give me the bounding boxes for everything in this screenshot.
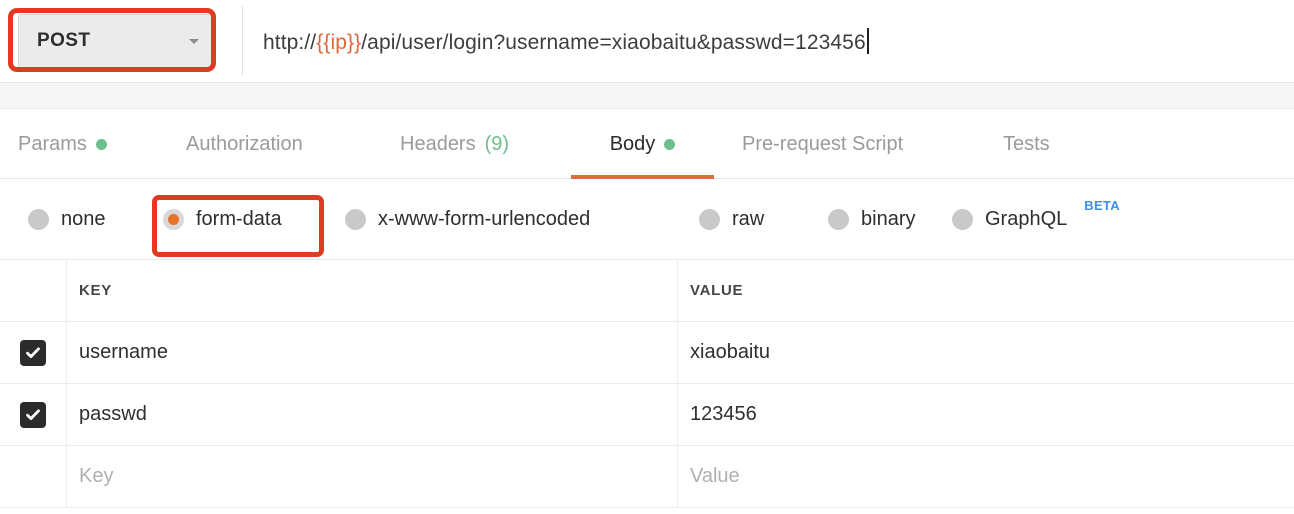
method-select[interactable]: POST xyxy=(18,14,214,68)
row-key-cell[interactable]: username xyxy=(67,322,678,383)
tab-params[interactable]: Params xyxy=(18,109,107,179)
row-checkbox-checked-icon[interactable] xyxy=(20,401,46,428)
table-row: username xiaobaitu xyxy=(0,322,1294,384)
body-type-graphql[interactable]: GraphQL BETA xyxy=(952,179,1120,260)
body-type-none[interactable]: none xyxy=(28,179,106,260)
graphql-beta-badge: BETA xyxy=(1084,198,1120,213)
row-checkbox-cell xyxy=(0,322,67,383)
body-type-radio-row: none form-data x-www-form-urlencoded raw… xyxy=(0,179,1294,260)
placeholder-value-text: Value xyxy=(690,465,740,487)
row-checkbox-checked-icon[interactable] xyxy=(20,339,46,366)
header-key-cell: KEY xyxy=(67,260,678,321)
radio-form-data-icon xyxy=(163,209,184,230)
url-row: POST http://{{ip}}/api/user/login?userna… xyxy=(0,0,1294,83)
body-type-form-data[interactable]: form-data xyxy=(163,179,282,260)
header-value-label: VALUE xyxy=(690,282,744,299)
header-value-cell: VALUE xyxy=(678,260,1294,321)
row-value-cell[interactable]: xiaobaitu xyxy=(678,322,1294,383)
radio-none-icon xyxy=(28,209,49,230)
row-value-text: xiaobaitu xyxy=(690,341,771,363)
tab-authorization[interactable]: Authorization xyxy=(186,109,303,179)
chevron-down-icon xyxy=(189,39,199,44)
table-header-row: KEY VALUE xyxy=(0,260,1294,322)
row-checkbox-cell xyxy=(0,384,67,445)
url-text: http://{{ip}}/api/user/login?username=xi… xyxy=(243,27,869,55)
postman-request-builder: POST http://{{ip}}/api/user/login?userna… xyxy=(0,0,1294,514)
body-type-graphql-label: GraphQL xyxy=(985,208,1068,230)
tab-tests[interactable]: Tests xyxy=(1003,109,1050,179)
params-indicator-dot xyxy=(95,138,107,150)
tab-pre-request-script-label: Pre-request Script xyxy=(742,132,904,155)
table-row: passwd 123456 xyxy=(0,384,1294,446)
form-data-table: KEY VALUE username xiaobaitu passwd 1234… xyxy=(0,260,1294,508)
table-placeholder-row: Key Value xyxy=(0,446,1294,508)
placeholder-value-cell[interactable]: Value xyxy=(678,446,1294,507)
text-cursor xyxy=(866,27,869,54)
url-suffix: /api/user/login?username=xiaobaitu&passw… xyxy=(361,30,866,54)
tab-pre-request-script[interactable]: Pre-request Script xyxy=(742,109,903,179)
url-variable: {{ip}} xyxy=(316,30,362,54)
body-type-raw-label: raw xyxy=(732,208,765,230)
tab-headers-count: (9) xyxy=(484,132,510,155)
radio-x-www-form-urlencoded-icon xyxy=(345,209,366,230)
tab-body[interactable]: Body xyxy=(571,109,714,179)
toolbar-band xyxy=(0,83,1294,109)
method-label: POST xyxy=(37,30,91,51)
radio-graphql-icon xyxy=(952,209,973,230)
tab-params-label: Params xyxy=(18,132,87,155)
body-type-raw[interactable]: raw xyxy=(699,179,764,260)
body-type-form-data-label: form-data xyxy=(196,208,282,230)
row-value-cell[interactable]: 123456 xyxy=(678,384,1294,445)
tab-body-label: Body xyxy=(609,132,656,155)
body-indicator-dot xyxy=(664,138,676,150)
tab-tests-label: Tests xyxy=(1003,132,1050,155)
row-key-cell[interactable]: passwd xyxy=(67,384,678,445)
body-type-x-www-form-urlencoded-label: x-www-form-urlencoded xyxy=(378,208,591,230)
row-key-text: username xyxy=(79,341,168,363)
method-selector-wrap: POST xyxy=(18,14,214,68)
request-tabs: Params Authorization Headers (9) Body Pr… xyxy=(0,109,1294,179)
row-value-text: 123456 xyxy=(690,403,757,425)
header-checkbox-cell xyxy=(0,260,67,321)
tab-headers[interactable]: Headers (9) xyxy=(400,109,509,179)
body-type-none-label: none xyxy=(61,208,106,230)
row-key-text: passwd xyxy=(79,403,147,425)
url-input[interactable]: http://{{ip}}/api/user/login?username=xi… xyxy=(242,6,1294,76)
placeholder-key-text: Key xyxy=(79,465,114,487)
tab-headers-label: Headers xyxy=(400,132,476,155)
placeholder-key-cell[interactable]: Key xyxy=(67,446,678,507)
radio-raw-icon xyxy=(699,209,720,230)
placeholder-checkbox-cell xyxy=(0,446,67,507)
radio-binary-icon xyxy=(828,209,849,230)
tab-authorization-label: Authorization xyxy=(186,132,303,155)
body-type-x-www-form-urlencoded[interactable]: x-www-form-urlencoded xyxy=(345,179,590,260)
body-type-binary[interactable]: binary xyxy=(828,179,915,260)
header-key-label: KEY xyxy=(79,282,112,299)
body-type-binary-label: binary xyxy=(861,208,916,230)
url-prefix: http:// xyxy=(263,30,317,54)
